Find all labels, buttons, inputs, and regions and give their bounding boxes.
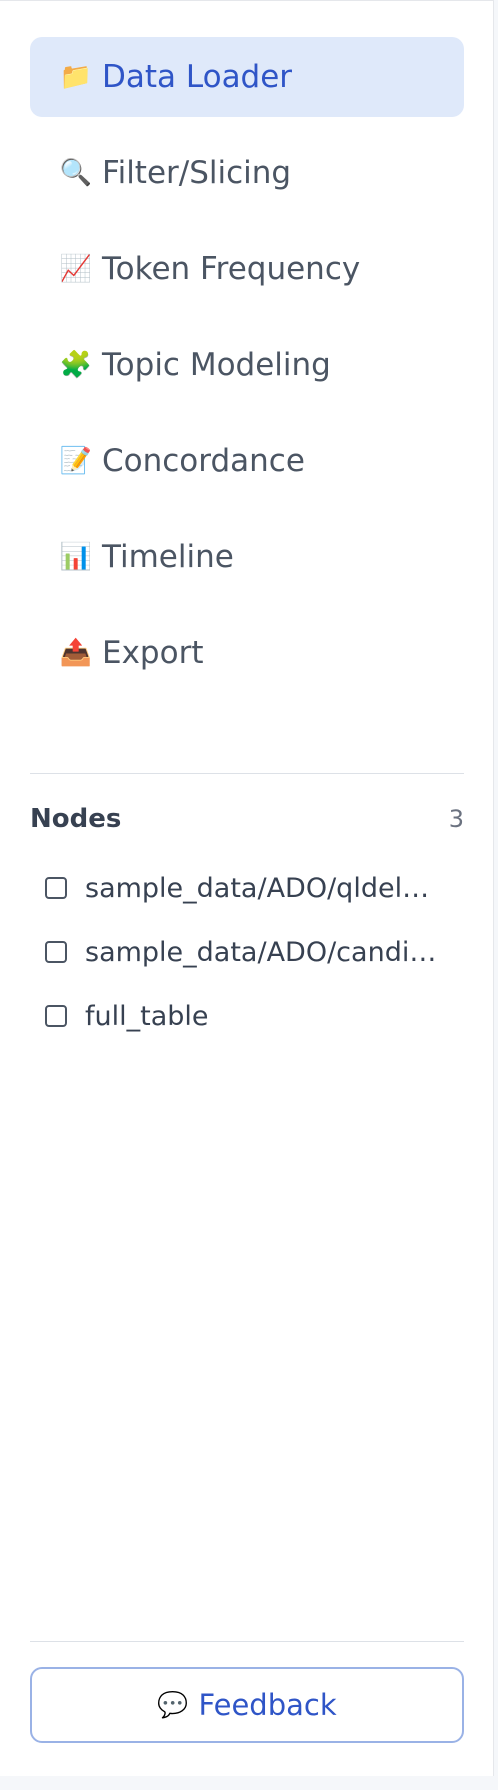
node-checkbox[interactable]	[45, 941, 67, 963]
nav-item-label: Concordance	[102, 443, 305, 479]
nav-item-topic-modeling[interactable]: 🧩 Topic Modeling	[30, 325, 464, 405]
nav-item-label: Topic Modeling	[102, 347, 331, 383]
nav-item-label: Timeline	[102, 539, 234, 575]
node-item[interactable]: full_table	[45, 984, 460, 1048]
bar-chart-icon: 📊	[59, 542, 93, 572]
nodes-count: 3	[448, 805, 464, 833]
node-checkbox[interactable]	[45, 1005, 67, 1027]
footer-divider	[30, 1641, 464, 1642]
chart-up-icon: 📈	[59, 254, 93, 284]
nodes-header: Nodes 3	[30, 801, 464, 837]
node-item[interactable]: sample_data/ADO/candid…	[45, 920, 460, 984]
node-label: sample_data/ADO/qldele…	[85, 872, 443, 904]
nav-item-data-loader[interactable]: 📁 Data Loader	[30, 37, 464, 117]
nodes-title: Nodes	[30, 804, 122, 834]
sidebar-nav: 📁 Data Loader 🔍 Filter/Slicing 📈 Token F…	[30, 37, 464, 709]
export-tray-icon: 📤	[59, 638, 93, 668]
feedback-label: Feedback	[198, 1688, 337, 1722]
section-divider	[30, 773, 464, 774]
nav-item-token-frequency[interactable]: 📈 Token Frequency	[30, 229, 464, 309]
feedback-button[interactable]: 💬 Feedback	[30, 1667, 464, 1743]
nav-item-label: Token Frequency	[102, 251, 361, 287]
memo-icon: 📝	[59, 446, 93, 476]
node-item[interactable]: sample_data/ADO/qldele…	[45, 856, 460, 920]
puzzle-icon: 🧩	[59, 350, 93, 380]
nav-item-label: Export	[102, 635, 204, 671]
nav-item-concordance[interactable]: 📝 Concordance	[30, 421, 464, 501]
folder-icon: 📁	[59, 62, 93, 92]
node-checkbox[interactable]	[45, 877, 67, 899]
nav-item-timeline[interactable]: 📊 Timeline	[30, 517, 464, 597]
nav-item-filter-slicing[interactable]: 🔍 Filter/Slicing	[30, 133, 464, 213]
nav-item-export[interactable]: 📤 Export	[30, 613, 464, 693]
search-icon: 🔍	[59, 158, 93, 188]
node-label: full_table	[85, 1000, 209, 1032]
node-label: sample_data/ADO/candid…	[85, 936, 443, 968]
nav-item-label: Filter/Slicing	[102, 155, 292, 191]
node-list: sample_data/ADO/qldele… sample_data/ADO/…	[45, 856, 460, 1048]
nav-item-label: Data Loader	[102, 59, 293, 95]
sidebar: 📁 Data Loader 🔍 Filter/Slicing 📈 Token F…	[0, 0, 494, 1776]
speech-bubble-icon: 💬	[157, 1690, 189, 1719]
